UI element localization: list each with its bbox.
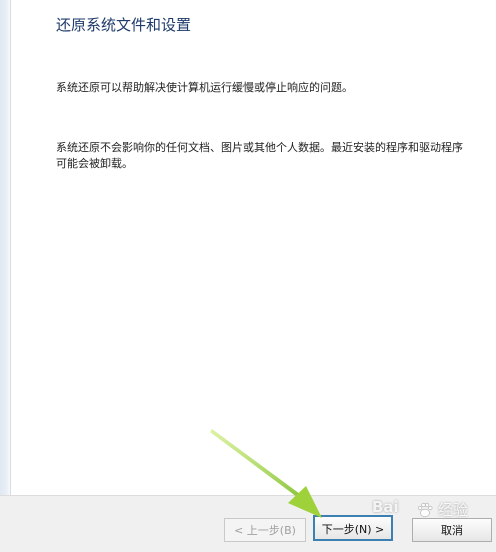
wizard-footer: < 上一步(B) 下一步(N) > 取消 — [0, 495, 496, 552]
description-paragraph-2: 系统还原不会影响你的任何文档、图片或其他个人数据。最近安装的程序和驱动程序可能会… — [56, 141, 463, 170]
description-paragraph-1: 系统还原可以帮助解决使计算机运行缓慢或停止响应的问题。 — [56, 81, 353, 94]
next-button[interactable]: 下一步(N) > — [313, 515, 393, 541]
back-button[interactable]: < 上一步(B) — [224, 518, 306, 542]
window-left-edge — [0, 0, 11, 495]
system-restore-window: 还原系统文件和设置 系统还原可以帮助解决使计算机运行缓慢或停止响应的问题。 系统… — [0, 0, 496, 552]
cancel-button[interactable]: 取消 — [412, 518, 492, 542]
page-title: 还原系统文件和设置 — [56, 16, 192, 34]
